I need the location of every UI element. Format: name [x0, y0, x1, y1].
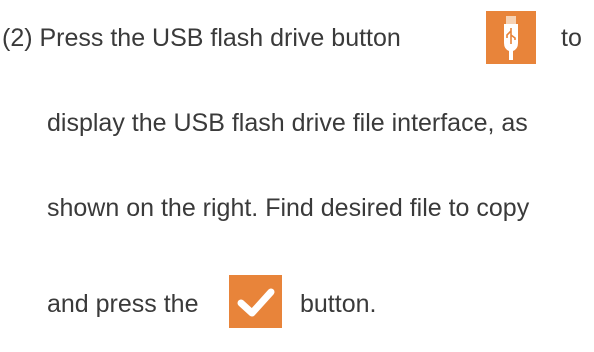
- instruction-line-1: (2) Press the USB flash drive button: [2, 24, 401, 52]
- checkmark-icon: [237, 288, 275, 317]
- instruction-line-1-end: to: [561, 24, 582, 52]
- instruction-line-2: display the USB flash drive file interfa…: [47, 109, 528, 137]
- usb-flash-drive-icon: [504, 16, 518, 60]
- instruction-line-4: and press the: [47, 290, 199, 318]
- instruction-line-3: shown on the right. Find desired file to…: [47, 194, 530, 222]
- usb-flash-drive-button: [486, 11, 536, 64]
- instruction-line-4-end: button.: [300, 290, 377, 318]
- confirm-button: [229, 275, 282, 328]
